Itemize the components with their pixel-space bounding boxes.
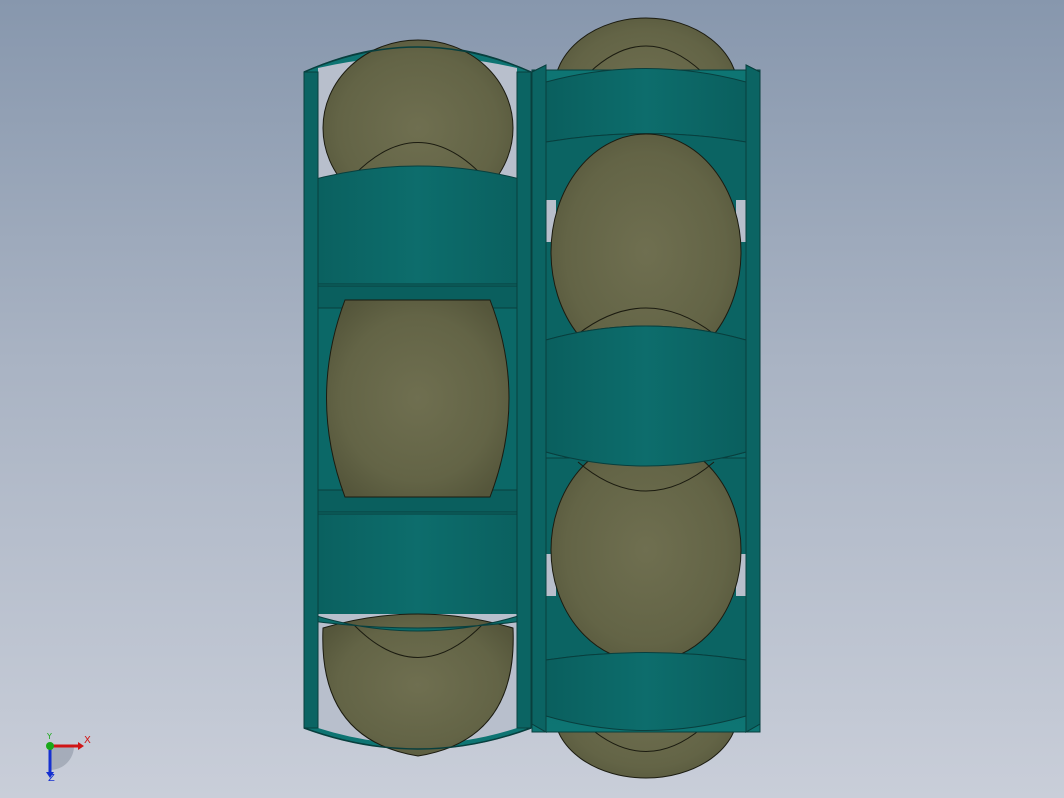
left-wheel-side-plate-right-front [516,71,532,729]
right-wheel-side-plate-right-front [745,64,761,733]
left-wheel[interactable] [303,39,532,757]
right-wheel-side-plate-left-front [531,64,547,733]
triad-z-label: Z [48,773,55,784]
right-band-bottom [545,652,747,731]
left-band-bottom [303,513,532,632]
triad-y-label: Y [47,732,52,741]
right-roller-lower [550,437,742,663]
triad-shadow [50,746,74,770]
right-wheel[interactable] [531,17,761,779]
model-viewport[interactable] [0,0,1064,798]
right-band-top [545,68,747,143]
left-wheel-side-plate-left-front [303,71,319,729]
triad-y-axis [46,742,54,750]
left-band-top [303,165,532,285]
triad-x-label: X [84,735,91,746]
left-roller-middle [326,299,510,498]
right-band-middle-front [545,325,747,467]
orientation-triad[interactable]: X Y Z [38,730,98,786]
